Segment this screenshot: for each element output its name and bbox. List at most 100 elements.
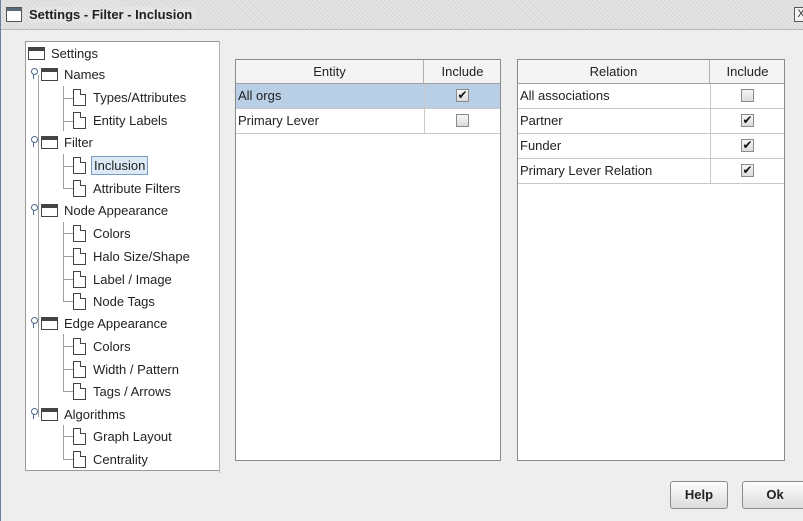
include-cell: ✔ bbox=[710, 109, 785, 133]
tree-node-label-image[interactable]: Label / Image bbox=[73, 268, 174, 290]
include-cell: ✔ bbox=[710, 159, 785, 183]
include-checkbox[interactable]: ✔ bbox=[741, 164, 754, 177]
entity-table-header: Entity Include bbox=[236, 60, 500, 84]
expand-toggle-icon[interactable] bbox=[29, 204, 38, 215]
entity-column-header[interactable]: Entity bbox=[236, 60, 424, 83]
table-row[interactable]: Funder ✔ bbox=[518, 134, 784, 159]
tree-node-algorithms[interactable]: Algorithms bbox=[41, 403, 127, 425]
relation-name: All associations bbox=[520, 88, 610, 103]
tree-connector bbox=[63, 436, 73, 437]
tree-node-centrality[interactable]: Centrality bbox=[73, 448, 150, 470]
expand-toggle-icon[interactable] bbox=[29, 408, 38, 419]
tree-node-label: Node Tags bbox=[93, 293, 155, 309]
tree-node-graph-layout[interactable]: Graph Layout bbox=[73, 425, 174, 447]
tree-connector bbox=[63, 154, 64, 188]
tree-connector bbox=[63, 391, 73, 392]
tree-node-node-tags[interactable]: Node Tags bbox=[73, 290, 157, 312]
tree-connector bbox=[63, 121, 73, 122]
tree-node-label: Node Appearance bbox=[64, 202, 169, 218]
tree-node-filter[interactable]: Filter bbox=[41, 131, 95, 153]
tree-node-label: Halo Size/Shape bbox=[93, 248, 190, 264]
table-row[interactable]: Partner ✔ bbox=[518, 109, 784, 134]
tree-node-label: Label / Image bbox=[93, 271, 172, 287]
document-icon bbox=[73, 450, 86, 468]
tree-connector bbox=[63, 166, 73, 167]
document-icon bbox=[73, 111, 86, 129]
include-cell: ✔ bbox=[424, 84, 501, 108]
tree-node-edge-appearance[interactable]: Edge Appearance bbox=[41, 312, 169, 334]
tree-node-label: Filter bbox=[64, 134, 93, 150]
tree-node-label: Colors bbox=[93, 338, 131, 354]
table-row[interactable]: All associations bbox=[518, 84, 784, 109]
relation-table: Relation Include All associations Partne… bbox=[517, 59, 785, 461]
tree-connector bbox=[63, 459, 73, 460]
tree-connector bbox=[63, 256, 73, 257]
tree-node-label: Attribute Filters bbox=[93, 180, 181, 196]
include-checkbox[interactable]: ✔ bbox=[741, 114, 754, 127]
include-checkbox[interactable] bbox=[741, 89, 754, 102]
tree-node-label: Tags / Arrows bbox=[93, 383, 172, 399]
dialog-button-bar: Help Ok bbox=[1, 473, 803, 521]
table-row[interactable]: Primary Lever Relation ✔ bbox=[518, 159, 784, 184]
tree-node-entity-labels[interactable]: Entity Labels bbox=[73, 109, 169, 131]
expand-toggle-icon[interactable] bbox=[29, 68, 38, 79]
tree-node-edge-colors[interactable]: Colors bbox=[73, 335, 133, 357]
relation-table-header: Relation Include bbox=[518, 60, 784, 84]
include-column-header[interactable]: Include bbox=[424, 60, 501, 83]
expand-toggle-icon[interactable] bbox=[29, 317, 38, 328]
tree-connector bbox=[63, 233, 73, 234]
tree-node-attribute-filters[interactable]: Attribute Filters bbox=[73, 177, 182, 199]
relation-column-header[interactable]: Relation bbox=[518, 60, 710, 83]
tree-node-names[interactable]: Names bbox=[41, 63, 107, 85]
tree-connector bbox=[63, 346, 73, 347]
document-icon bbox=[73, 179, 86, 197]
tree-node-label: Edge Appearance bbox=[64, 315, 168, 331]
tree-connector bbox=[63, 425, 64, 459]
include-cell: ✔ bbox=[710, 134, 785, 158]
tree-node-settings[interactable]: Settings bbox=[28, 42, 100, 64]
document-icon bbox=[73, 382, 86, 400]
window-icon bbox=[6, 7, 22, 22]
tree-node-width-pattern[interactable]: Width / Pattern bbox=[73, 358, 181, 380]
tree-node-types-attributes[interactable]: Types/Attributes bbox=[73, 86, 188, 108]
tree-node-tags-arrows[interactable]: Tags / Arrows bbox=[73, 380, 173, 402]
tree-node-label: Entity Labels bbox=[93, 112, 168, 128]
table-row[interactable]: Primary Lever bbox=[236, 109, 500, 134]
tree-connector bbox=[63, 98, 73, 99]
settings-tree: Settings Names Types/Attributes Entity L… bbox=[25, 41, 220, 471]
tree-connector bbox=[38, 75, 39, 417]
tree-node-label: Types/Attributes bbox=[93, 89, 187, 105]
tree-connector bbox=[63, 188, 73, 189]
tree-connector bbox=[63, 334, 64, 391]
folder-icon bbox=[41, 407, 58, 421]
tree-node-node-appearance[interactable]: Node Appearance bbox=[41, 199, 170, 221]
tree-node-label: Names bbox=[64, 66, 106, 82]
close-icon[interactable]: X bbox=[794, 7, 803, 22]
expand-toggle-icon[interactable] bbox=[29, 136, 38, 147]
tree-connector bbox=[63, 301, 73, 302]
relation-name: Funder bbox=[520, 138, 562, 153]
tree-connector bbox=[63, 279, 73, 280]
tree-node-label: Colors bbox=[93, 225, 131, 241]
document-icon bbox=[73, 360, 86, 378]
help-button[interactable]: Help bbox=[670, 481, 728, 509]
title-bar[interactable]: Settings - Filter - Inclusion X bbox=[1, 0, 803, 30]
tree-node-halo-size-shape[interactable]: Halo Size/Shape bbox=[73, 245, 192, 267]
include-checkbox[interactable]: ✔ bbox=[741, 139, 754, 152]
tree-node-label: Width / Pattern bbox=[93, 361, 179, 377]
entity-name: Primary Lever bbox=[238, 113, 319, 128]
include-checkbox[interactable] bbox=[456, 114, 469, 127]
tree-node-node-colors[interactable]: Colors bbox=[73, 222, 133, 244]
include-column-header[interactable]: Include bbox=[710, 60, 785, 83]
folder-icon bbox=[41, 67, 58, 81]
ok-button[interactable]: Ok bbox=[742, 481, 803, 509]
include-checkbox[interactable]: ✔ bbox=[456, 89, 469, 102]
table-row[interactable]: All orgs ✔ bbox=[236, 84, 500, 109]
relation-name: Primary Lever Relation bbox=[520, 163, 653, 178]
tree-node-inclusion[interactable]: Inclusion bbox=[73, 154, 149, 176]
tree-connector bbox=[63, 86, 64, 131]
settings-window: Settings - Filter - Inclusion X Settings bbox=[0, 0, 803, 521]
document-icon bbox=[73, 224, 86, 242]
tree-connector bbox=[63, 369, 73, 370]
include-cell bbox=[710, 84, 785, 108]
